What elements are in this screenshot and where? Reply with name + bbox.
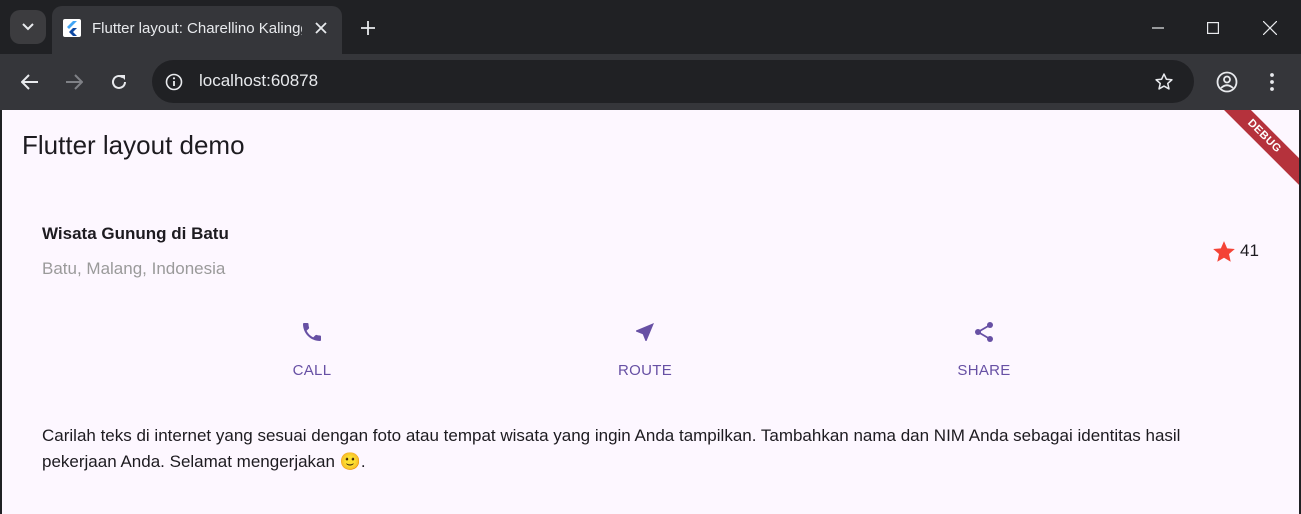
- site-info-button[interactable]: [160, 68, 188, 96]
- route-label: ROUTE: [618, 362, 672, 379]
- share-icon: [975, 322, 993, 342]
- route-button[interactable]: ROUTE: [585, 320, 705, 382]
- tab-close-button[interactable]: [310, 17, 332, 39]
- menu-button[interactable]: [1256, 66, 1288, 98]
- back-button[interactable]: [14, 66, 46, 98]
- reload-button[interactable]: [103, 66, 135, 98]
- more-vert-icon: [1270, 73, 1274, 91]
- tab-strip: Flutter layout: Charellino Kalingga: [0, 0, 1301, 54]
- maximize-icon: [1207, 22, 1219, 34]
- call-label: CALL: [292, 362, 332, 379]
- account-icon: [1216, 71, 1238, 93]
- debug-banner: DEBUG: [1204, 110, 1299, 197]
- location-title: Wisata Gunung di Batu: [42, 224, 229, 243]
- info-icon: [165, 73, 183, 91]
- page-title: Flutter layout demo: [22, 130, 245, 160]
- description-text: Carilah teks di internet yang sesuai den…: [42, 426, 1181, 471]
- star-icon: [1213, 241, 1235, 262]
- url-text: localhost:60878: [199, 71, 319, 90]
- arrow-right-icon: [66, 74, 83, 90]
- near-me-icon: [636, 323, 654, 341]
- rating-count: 41: [1240, 241, 1259, 260]
- window-close-button[interactable]: [1250, 10, 1290, 46]
- bookmark-button[interactable]: [1150, 68, 1178, 96]
- share-label: SHARE: [957, 362, 1011, 379]
- phone-icon: [303, 323, 321, 341]
- arrow-left-icon: [21, 74, 38, 90]
- close-icon: [315, 22, 327, 34]
- profile-button[interactable]: [1211, 66, 1243, 98]
- flutter-icon: [63, 19, 81, 37]
- tab-search-button[interactable]: [10, 10, 46, 44]
- minimize-icon: [1152, 27, 1164, 29]
- reload-icon: [112, 74, 126, 89]
- app-viewport: Flutter layout demo DEBUG Wisata Gunung …: [2, 110, 1299, 514]
- browser-toolbar: localhost:60878: [0, 54, 1301, 110]
- forward-button[interactable]: [58, 66, 90, 98]
- star-outline-icon: [1155, 73, 1173, 90]
- browser-tab[interactable]: Flutter layout: Charellino Kalingga: [52, 6, 342, 54]
- share-button[interactable]: SHARE: [924, 320, 1044, 382]
- address-bar[interactable]: localhost:60878: [152, 60, 1194, 103]
- location-subtitle: Batu, Malang, Indonesia: [42, 259, 226, 278]
- tab-title: Flutter layout: Charellino Kalingga: [92, 20, 302, 37]
- call-button[interactable]: CALL: [252, 320, 372, 382]
- minimize-button[interactable]: [1138, 10, 1178, 46]
- maximize-button[interactable]: [1193, 10, 1233, 46]
- plus-icon: [361, 21, 375, 35]
- new-tab-button[interactable]: [354, 14, 382, 42]
- close-icon: [1263, 21, 1277, 35]
- chevron-down-icon: [22, 23, 34, 31]
